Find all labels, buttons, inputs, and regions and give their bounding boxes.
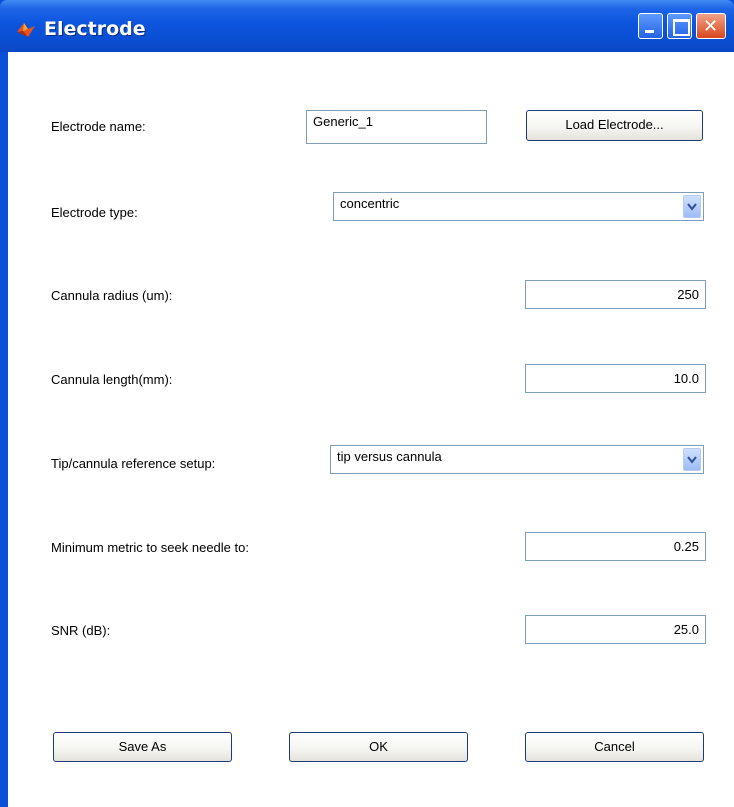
load-electrode-button[interactable]: Load Electrode...: [526, 110, 703, 141]
cannula-length-field[interactable]: 10.0: [525, 364, 706, 393]
maximize-button[interactable]: [667, 13, 692, 39]
cannula-radius-label: Cannula radius (um):: [51, 288, 173, 303]
matlab-icon: [17, 23, 35, 37]
reference-setup-label: Tip/cannula reference setup:: [51, 456, 216, 471]
close-icon: ✕: [703, 16, 719, 37]
minimize-button[interactable]: [638, 13, 663, 39]
cancel-button[interactable]: Cancel: [525, 732, 704, 762]
close-button[interactable]: ✕: [696, 13, 726, 39]
electrode-name-field[interactable]: Generic_1: [306, 110, 487, 144]
reference-setup-value: tip versus cannula: [337, 449, 442, 464]
min-metric-label: Minimum metric to seek needle to:: [51, 540, 249, 555]
save-as-button[interactable]: Save As: [53, 732, 232, 762]
snr-field[interactable]: 25.0: [525, 615, 706, 644]
window-title: Electrode: [44, 18, 146, 40]
chevron-down-icon[interactable]: [683, 195, 701, 218]
cannula-length-label: Cannula length(mm):: [51, 372, 173, 387]
dialog-body: Electrode name: Generic_1 Load Electrode…: [8, 52, 734, 807]
electrode-type-select[interactable]: concentric: [333, 192, 704, 221]
title-bar[interactable]: Electrode ✕: [0, 0, 734, 52]
ok-button[interactable]: OK: [289, 732, 468, 762]
electrode-window: Electrode ✕ Electrode name: Generic_1 Lo…: [0, 0, 734, 807]
reference-setup-select[interactable]: tip versus cannula: [330, 445, 704, 474]
cannula-radius-field[interactable]: 250: [525, 280, 706, 309]
min-metric-field[interactable]: 0.25: [525, 532, 706, 561]
snr-label: SNR (dB):: [51, 623, 111, 638]
chevron-down-icon[interactable]: [683, 448, 701, 471]
electrode-name-label: Electrode name:: [51, 119, 146, 134]
electrode-type-label: Electrode type:: [51, 205, 138, 220]
electrode-type-value: concentric: [340, 196, 400, 211]
